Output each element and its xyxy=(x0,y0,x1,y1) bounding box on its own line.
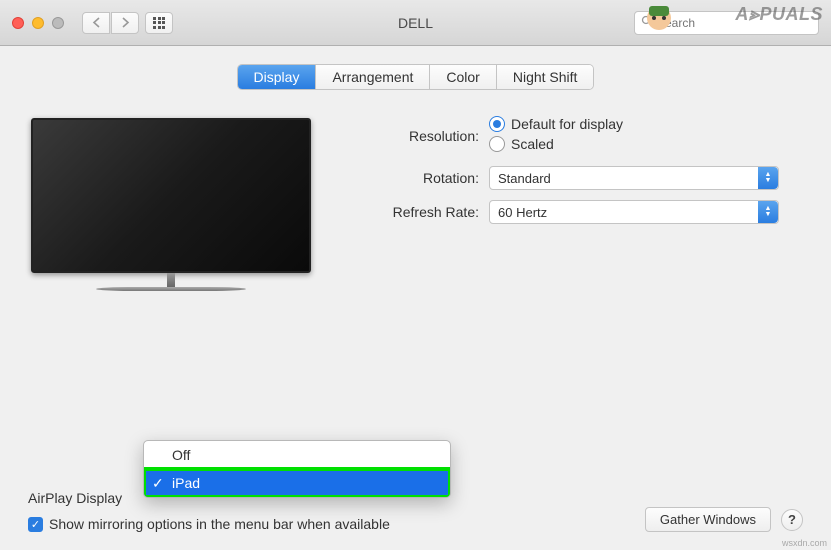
resolution-control: Default for display Scaled xyxy=(489,116,803,156)
resolution-label: Resolution: xyxy=(363,128,489,144)
content-area: Display Arrangement Color Night Shift Re… xyxy=(0,46,831,550)
mirror-label: Show mirroring options in the menu bar w… xyxy=(49,516,390,532)
window-controls xyxy=(12,17,64,29)
airplay-row: AirPlay Display xyxy=(28,490,803,506)
bottom-area: AirPlay Display ✓ Show mirroring options… xyxy=(28,490,803,532)
refresh-rate-value: 60 Hertz xyxy=(498,205,547,220)
show-all-button[interactable] xyxy=(145,12,173,34)
airplay-option-ipad-label: iPad xyxy=(172,475,200,491)
monitor-base-icon xyxy=(96,287,246,291)
rotation-select[interactable]: Standard ▲▼ xyxy=(489,166,779,190)
help-button[interactable]: ? xyxy=(781,509,803,531)
search-input[interactable] xyxy=(657,16,812,30)
minimize-window-button[interactable] xyxy=(32,17,44,29)
grid-icon xyxy=(153,17,165,29)
close-window-button[interactable] xyxy=(12,17,24,29)
bottom-right-controls: Gather Windows ? xyxy=(645,507,803,532)
search-field[interactable] xyxy=(634,11,819,35)
main-row: Resolution: Default for display Scaled R… xyxy=(28,112,803,291)
rotation-control: Standard ▲▼ xyxy=(489,166,803,190)
window-title: DELL xyxy=(398,15,433,31)
monitor-preview xyxy=(28,112,313,291)
resolution-default-option[interactable]: Default for display xyxy=(489,116,803,132)
select-stepper-icon: ▲▼ xyxy=(758,201,778,223)
tab-display[interactable]: Display xyxy=(238,65,317,89)
window-titlebar: DELL xyxy=(0,0,831,46)
tab-bar: Display Arrangement Color Night Shift xyxy=(28,64,803,90)
tab-color[interactable]: Color xyxy=(430,65,496,89)
chevron-left-icon xyxy=(92,17,101,28)
radio-label: Scaled xyxy=(511,136,554,152)
mirror-checkbox[interactable]: ✓ xyxy=(28,517,43,532)
chevron-right-icon xyxy=(121,17,130,28)
tab-arrangement[interactable]: Arrangement xyxy=(316,65,430,89)
resolution-scaled-option[interactable]: Scaled xyxy=(489,136,803,152)
monitor-neck-icon xyxy=(167,273,175,287)
gather-windows-button[interactable]: Gather Windows xyxy=(645,507,771,532)
nav-buttons xyxy=(82,12,139,34)
airplay-option-off[interactable]: Off xyxy=(144,441,450,469)
radio-label: Default for display xyxy=(511,116,623,132)
search-icon xyxy=(641,15,653,30)
refresh-rate-control: 60 Hertz ▲▼ xyxy=(489,200,803,224)
forward-button[interactable] xyxy=(111,12,139,34)
back-button[interactable] xyxy=(82,12,110,34)
refresh-rate-label: Refresh Rate: xyxy=(363,204,489,220)
display-settings: Resolution: Default for display Scaled R… xyxy=(363,112,803,291)
radio-icon xyxy=(489,136,505,152)
rotation-value: Standard xyxy=(498,171,551,186)
resolution-row: Resolution: Default for display Scaled xyxy=(363,116,803,156)
radio-icon xyxy=(489,116,505,132)
zoom-window-button[interactable] xyxy=(52,17,64,29)
airplay-display-label: AirPlay Display xyxy=(28,490,122,506)
refresh-rate-select[interactable]: 60 Hertz ▲▼ xyxy=(489,200,779,224)
select-stepper-icon: ▲▼ xyxy=(758,167,778,189)
tab-group: Display Arrangement Color Night Shift xyxy=(237,64,595,90)
rotation-label: Rotation: xyxy=(363,170,489,186)
tab-night-shift[interactable]: Night Shift xyxy=(497,65,594,89)
rotation-row: Rotation: Standard ▲▼ xyxy=(363,166,803,190)
refresh-rate-row: Refresh Rate: 60 Hertz ▲▼ xyxy=(363,200,803,224)
monitor-screen-icon xyxy=(31,118,311,273)
